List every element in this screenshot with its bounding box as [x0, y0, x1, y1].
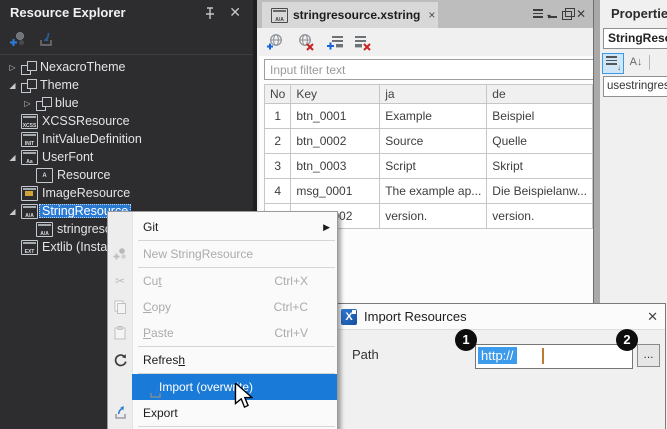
filter-input[interactable]: [264, 59, 594, 80]
annotation-badge-1: 1: [455, 329, 477, 351]
pin-icon[interactable]: [203, 6, 217, 21]
close-icon[interactable]: ✕: [647, 309, 658, 325]
categorized-sort-icon[interactable]: ↓: [602, 53, 624, 74]
remove-language-icon[interactable]: [296, 32, 316, 57]
import-resources-dialog: X Import Resources ✕ Path http:// ...: [333, 303, 666, 429]
table-header-row: No Key ja de: [265, 85, 593, 104]
theme-icon: [21, 79, 36, 92]
tree-item-imageresource[interactable]: ImageResource: [0, 184, 253, 202]
properties-title: Properties: [611, 6, 667, 21]
tree-item-initvaluedefinition[interactable]: INIT InitValueDefinition: [0, 130, 253, 148]
menu-item-git[interactable]: Git ▶: [108, 214, 337, 240]
table-row[interactable]: 1 btn_0001 Example Beispiel: [265, 104, 593, 129]
tree-item-xcssresource[interactable]: XCSS XCSSResource: [0, 112, 253, 130]
expander-icon[interactable]: ◢: [7, 81, 18, 90]
tree-item-theme[interactable]: ◢ Theme: [0, 76, 253, 94]
font-resource-icon: A: [36, 168, 53, 183]
toolbar-separator: [649, 55, 650, 70]
submenu-arrow-icon: ▶: [323, 222, 330, 233]
editor-tabbar: A/A stringresource.xstring × ▾ ✕: [257, 0, 593, 28]
table-row[interactable]: 3 btn_0003 Script Skript: [265, 154, 593, 179]
expander-icon[interactable]: ◢: [7, 207, 18, 216]
table-row[interactable]: 2 btn_0002 Source Quelle: [265, 129, 593, 154]
close-icon[interactable]: ✕: [229, 4, 241, 20]
menu-item-cut: ✂ Cut Ctrl+X: [108, 268, 337, 294]
browse-button[interactable]: ...: [637, 344, 660, 367]
col-header-ja[interactable]: ja: [380, 85, 487, 104]
extlib-icon: EXT: [21, 240, 38, 255]
menu-item-paste: Paste Ctrl+V: [108, 320, 337, 346]
expander-icon[interactable]: ▷: [7, 63, 18, 72]
expander-icon[interactable]: ▷: [22, 99, 33, 108]
add-resource-icon[interactable]: [8, 30, 27, 49]
add-row-icon[interactable]: [326, 32, 346, 57]
copy-icon: [112, 299, 128, 315]
alphabetical-sort-icon[interactable]: A↓: [627, 53, 645, 72]
theme-icon: [21, 61, 36, 74]
user-font-icon: Aa: [21, 150, 38, 165]
xcss-resource-icon: XCSS: [21, 114, 38, 129]
string-resource-icon: A/A: [271, 8, 288, 23]
string-resource-icon: A/A: [21, 204, 38, 219]
mouse-cursor: [233, 383, 253, 414]
new-stringresource-icon: [112, 246, 128, 262]
object-selector[interactable]: StringResource: [603, 28, 667, 49]
theme-icon: [36, 97, 51, 110]
init-value-icon: INIT: [21, 132, 38, 147]
tree-item-userfont[interactable]: ◢ Aa UserFont: [0, 148, 253, 166]
remove-row-icon[interactable]: [352, 32, 372, 57]
col-header-key[interactable]: Key: [291, 85, 380, 104]
string-table: No Key ja de 1 btn_0001 Example Beispiel…: [264, 84, 593, 229]
tree-item-font-resource[interactable]: A Resource: [0, 166, 253, 184]
context-menu: Git ▶ New StringResource ✂ Cut Ctrl+X: [107, 211, 338, 429]
tree-item-nexacrotheme[interactable]: ▷ NexacroTheme: [0, 58, 253, 76]
text-caret: [542, 348, 544, 364]
cut-icon: ✂: [112, 273, 128, 289]
panel-title: Resource Explorer: [10, 5, 126, 20]
close-icon[interactable]: ✕: [576, 8, 586, 20]
resource-explorer-toolbar: [0, 26, 253, 55]
menu-item-export[interactable]: Export: [108, 400, 337, 426]
dialog-title: Import Resources: [364, 309, 467, 324]
editor-toolbar: [257, 28, 593, 56]
export-icon: [112, 405, 128, 421]
col-header-no[interactable]: No: [265, 85, 291, 104]
property-filter-input[interactable]: usestringresource: [603, 76, 667, 97]
selected-text: http://: [478, 347, 517, 364]
dialog-titlebar[interactable]: X Import Resources ✕: [334, 304, 665, 330]
menu-separator: [138, 426, 335, 427]
tree-item-blue[interactable]: ▷ blue: [0, 94, 253, 112]
refresh-icon: [112, 352, 128, 368]
expander-icon[interactable]: ◢: [7, 153, 18, 162]
menu-item-new-stringresource: New StringResource: [108, 241, 337, 267]
path-label: Path: [352, 347, 379, 362]
add-language-icon[interactable]: [265, 32, 285, 57]
restore-icon[interactable]: [562, 11, 572, 20]
table-row[interactable]: 4 msg_0001 The example ap... Die Beispie…: [265, 179, 593, 204]
tab-list-menu-icon[interactable]: ▾: [533, 9, 543, 20]
minimize-icon[interactable]: [548, 16, 557, 18]
menu-item-import-overwrite[interactable]: Import (overwrite): [108, 374, 337, 400]
menu-item-refresh[interactable]: Refresh: [108, 347, 337, 373]
tab-stringresource-xstring[interactable]: A/A stringresource.xstring ×: [262, 2, 438, 28]
string-resource-icon: A/A: [36, 222, 53, 237]
nexacro-studio-window: Resource Explorer ✕: [0, 0, 667, 429]
annotation-badge-2: 2: [616, 329, 638, 351]
nexacro-logo-icon: X: [341, 309, 357, 325]
path-input[interactable]: http://: [475, 344, 633, 369]
col-header-de[interactable]: de: [487, 85, 593, 104]
import-icon[interactable]: [36, 30, 55, 49]
paste-icon: [112, 325, 128, 341]
tab-close-icon[interactable]: ×: [428, 8, 435, 22]
image-resource-icon: [21, 186, 38, 201]
menu-item-copy: Copy Ctrl+C: [108, 294, 337, 320]
